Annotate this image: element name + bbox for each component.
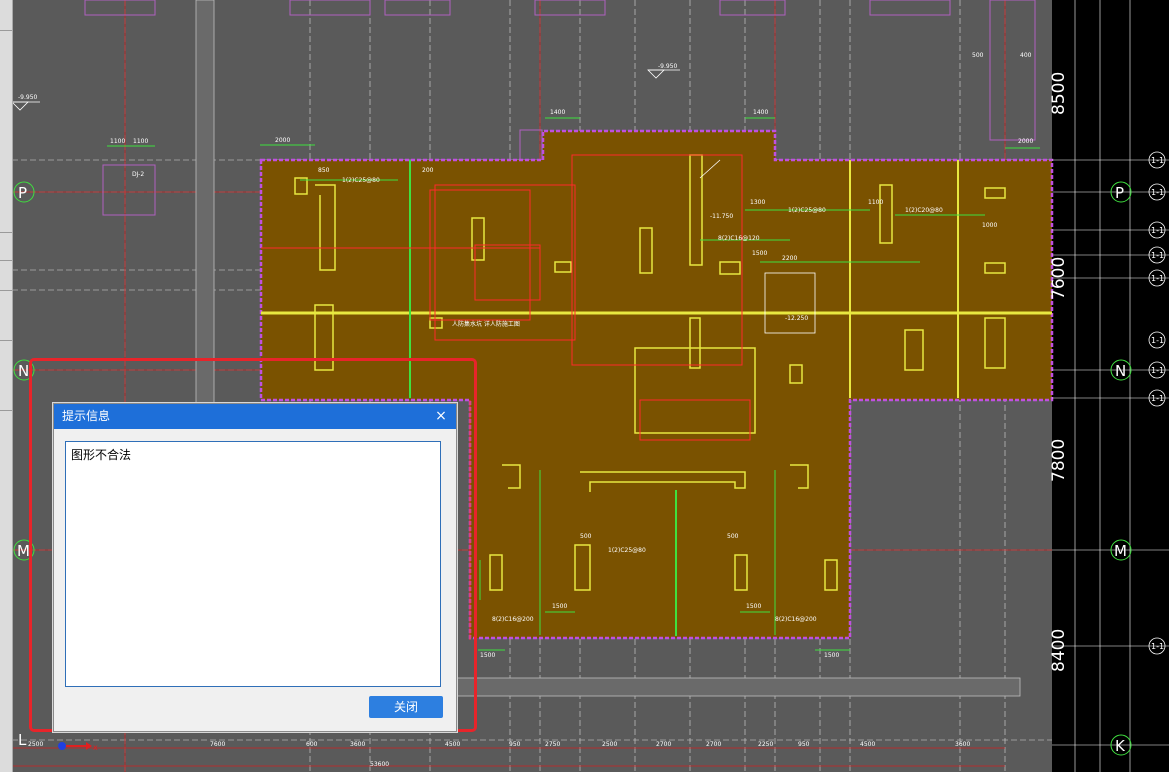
svg-text:400: 400 — [1020, 52, 1032, 59]
svg-text:2750: 2750 — [545, 741, 560, 748]
svg-text:1(2)C25@80: 1(2)C25@80 — [342, 177, 380, 184]
svg-text:600: 600 — [306, 741, 318, 748]
svg-text:1100: 1100 — [133, 138, 148, 145]
svg-text:P: P — [18, 184, 27, 202]
svg-text:1500: 1500 — [552, 603, 567, 610]
svg-text:2200: 2200 — [782, 255, 797, 262]
svg-text:1100: 1100 — [110, 138, 125, 145]
svg-text:7600: 7600 — [1049, 257, 1069, 300]
svg-text:P: P — [1115, 184, 1124, 202]
svg-text:-11.750: -11.750 — [710, 213, 733, 220]
svg-text:850: 850 — [318, 167, 330, 174]
svg-text:1000: 1000 — [982, 222, 997, 229]
svg-text:950: 950 — [509, 741, 521, 748]
right-dimension-panel — [1052, 0, 1169, 772]
svg-text:1-1: 1-1 — [1151, 188, 1164, 197]
svg-text:8400: 8400 — [1049, 629, 1069, 672]
svg-text:3600: 3600 — [955, 741, 970, 748]
svg-text:K: K — [1115, 737, 1126, 755]
svg-text:200: 200 — [422, 167, 434, 174]
svg-text:1-1: 1-1 — [1151, 226, 1164, 235]
svg-text:500: 500 — [580, 533, 592, 540]
close-icon[interactable]: × — [432, 404, 450, 429]
svg-text:1400: 1400 — [753, 109, 768, 116]
info-dialog[interactable]: 提示信息 × 图形不合法 关闭 — [53, 403, 457, 732]
svg-text:4500: 4500 — [445, 741, 460, 748]
svg-text:4500: 4500 — [860, 741, 875, 748]
dialog-message-box[interactable]: 图形不合法 — [65, 441, 441, 687]
svg-text:950: 950 — [798, 741, 810, 748]
svg-text:1500: 1500 — [752, 250, 767, 257]
svg-text:500: 500 — [972, 52, 984, 59]
svg-text:2500: 2500 — [28, 741, 43, 748]
svg-text:500: 500 — [727, 533, 739, 540]
svg-text:8(2)C16@120: 8(2)C16@120 — [718, 235, 760, 242]
svg-text:1-1: 1-1 — [1151, 366, 1164, 375]
svg-text:1400: 1400 — [550, 109, 565, 116]
svg-text:N: N — [1115, 362, 1126, 380]
svg-text:1500: 1500 — [746, 603, 761, 610]
svg-text:7800: 7800 — [1049, 439, 1069, 482]
svg-text:M: M — [1114, 542, 1127, 560]
svg-text:53600: 53600 — [370, 761, 389, 768]
svg-text:1-1: 1-1 — [1151, 251, 1164, 260]
svg-text:1(2)C25@80: 1(2)C25@80 — [788, 207, 826, 214]
svg-text:8(2)C16@200: 8(2)C16@200 — [492, 616, 534, 623]
svg-text:N: N — [18, 362, 29, 380]
svg-text:2700: 2700 — [656, 741, 671, 748]
dialog-title: 提示信息 — [62, 409, 111, 423]
close-button[interactable]: 关闭 — [369, 696, 443, 718]
svg-text:x: x — [93, 743, 98, 752]
svg-text:1-1: 1-1 — [1151, 156, 1164, 165]
ucs-axis-icon: x — [58, 742, 98, 752]
svg-text:人防集水坑 详人防施工图: 人防集水坑 详人防施工图 — [452, 320, 520, 328]
svg-text:1(2)C25@80: 1(2)C25@80 — [608, 547, 646, 554]
svg-text:1(2)C20@80: 1(2)C20@80 — [905, 207, 943, 214]
svg-text:-9.950: -9.950 — [658, 63, 678, 70]
svg-text:1100: 1100 — [868, 199, 883, 206]
left-tool-strip[interactable] — [0, 0, 13, 772]
svg-text:1-1: 1-1 — [1151, 642, 1164, 651]
svg-text:2500: 2500 — [602, 741, 617, 748]
svg-text:L: L — [18, 731, 27, 749]
svg-text:-9.950: -9.950 — [18, 94, 38, 101]
svg-text:8500: 8500 — [1049, 72, 1069, 115]
svg-text:7600: 7600 — [210, 741, 225, 748]
svg-text:1500: 1500 — [824, 652, 839, 659]
svg-text:DJ-2: DJ-2 — [132, 171, 144, 178]
svg-text:1500: 1500 — [480, 652, 495, 659]
svg-text:-12.250: -12.250 — [785, 315, 808, 322]
svg-text:8(2)C16@200: 8(2)C16@200 — [775, 616, 817, 623]
svg-text:M: M — [17, 542, 30, 560]
svg-text:2250: 2250 — [758, 741, 773, 748]
svg-text:1-1: 1-1 — [1151, 394, 1164, 403]
svg-text:1300: 1300 — [750, 199, 765, 206]
dialog-message: 图形不合法 — [71, 448, 132, 462]
svg-text:2000: 2000 — [275, 137, 290, 144]
dialog-title-bar[interactable]: 提示信息 × — [54, 404, 456, 429]
svg-text:1-1: 1-1 — [1151, 336, 1164, 345]
svg-text:2700: 2700 — [706, 741, 721, 748]
svg-text:1-1: 1-1 — [1151, 274, 1164, 283]
svg-text:3600: 3600 — [350, 741, 365, 748]
svg-text:2000: 2000 — [1018, 138, 1033, 145]
